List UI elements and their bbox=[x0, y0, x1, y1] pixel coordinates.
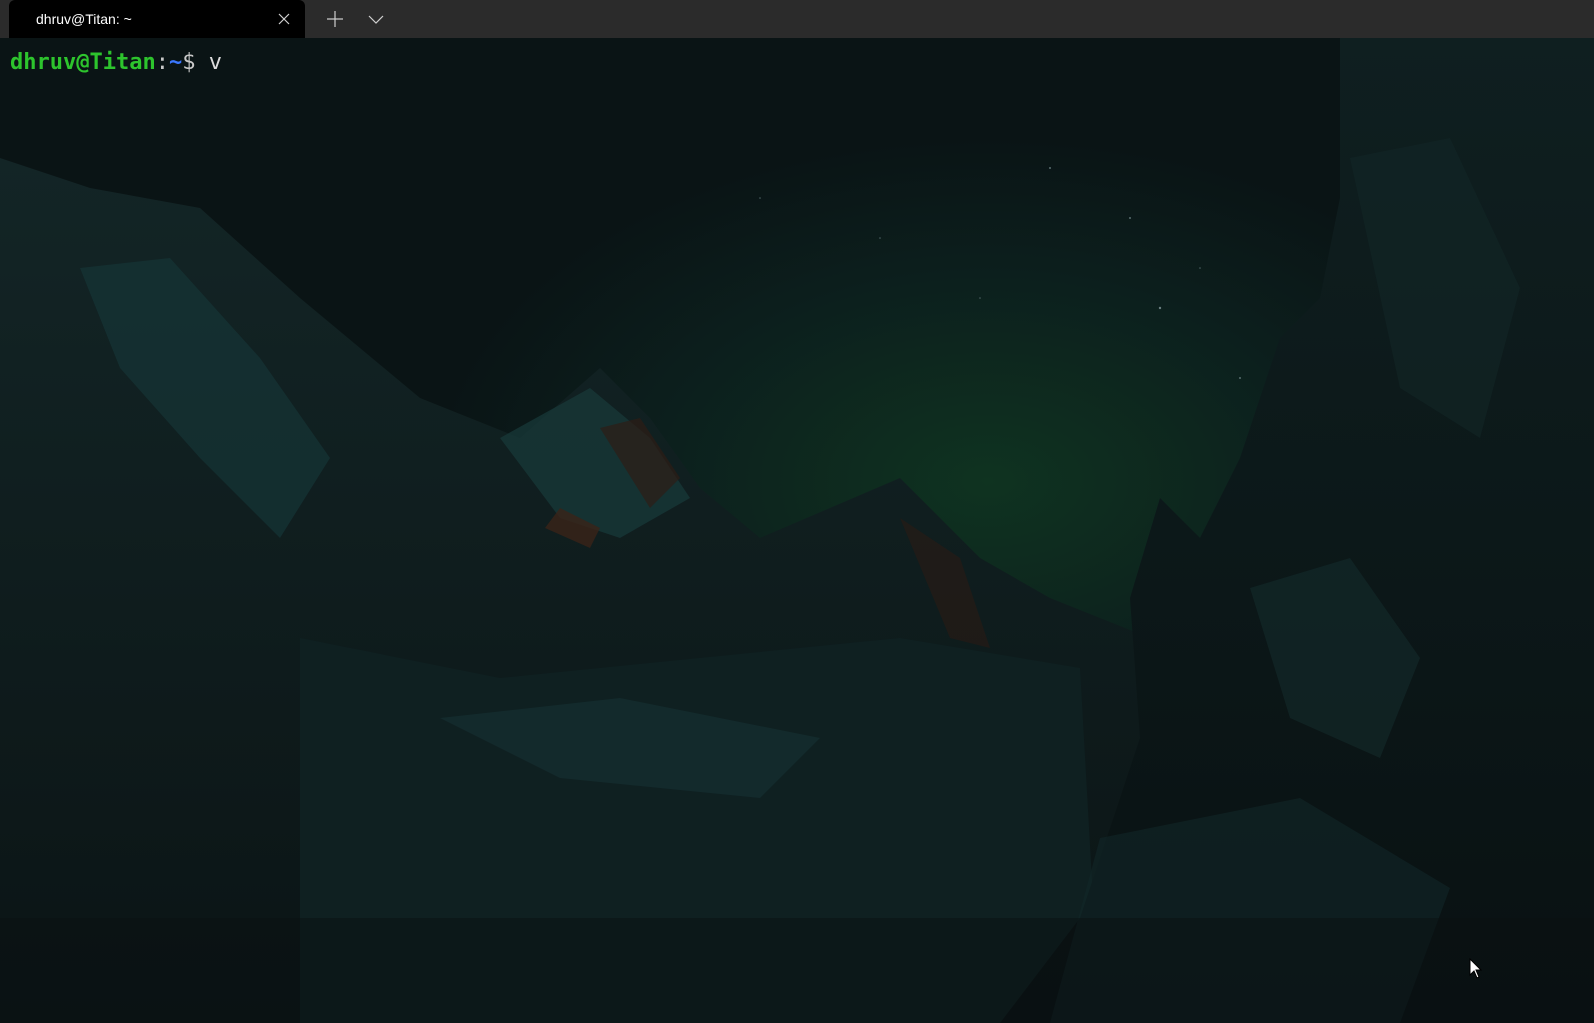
prompt-user-host: dhruv@Titan bbox=[10, 50, 156, 75]
command-input[interactable]: v bbox=[209, 50, 222, 75]
tab-active[interactable]: dhruv@Titan: ~ bbox=[9, 0, 305, 38]
chevron-down-icon[interactable] bbox=[368, 13, 384, 25]
prompt-path: ~ bbox=[168, 50, 183, 75]
prompt-separator: : bbox=[155, 50, 169, 75]
background-image bbox=[0, 38, 1594, 1023]
terminal-pane[interactable]: dhruv@Titan:~$ v bbox=[0, 38, 1594, 1023]
prompt-line: dhruv@Titan:~$ v bbox=[10, 50, 222, 76]
tab-bar: dhruv@Titan: ~ bbox=[0, 0, 1594, 38]
prompt-dollar: $ bbox=[182, 50, 209, 75]
close-icon[interactable] bbox=[277, 12, 291, 26]
plus-icon[interactable] bbox=[326, 10, 344, 28]
tab-title: dhruv@Titan: ~ bbox=[36, 11, 132, 27]
mouse-pointer-icon bbox=[1469, 958, 1483, 979]
terminal-window: dhruv@Titan: ~ dhruv@Titan:~$ v bbox=[0, 0, 1594, 1023]
